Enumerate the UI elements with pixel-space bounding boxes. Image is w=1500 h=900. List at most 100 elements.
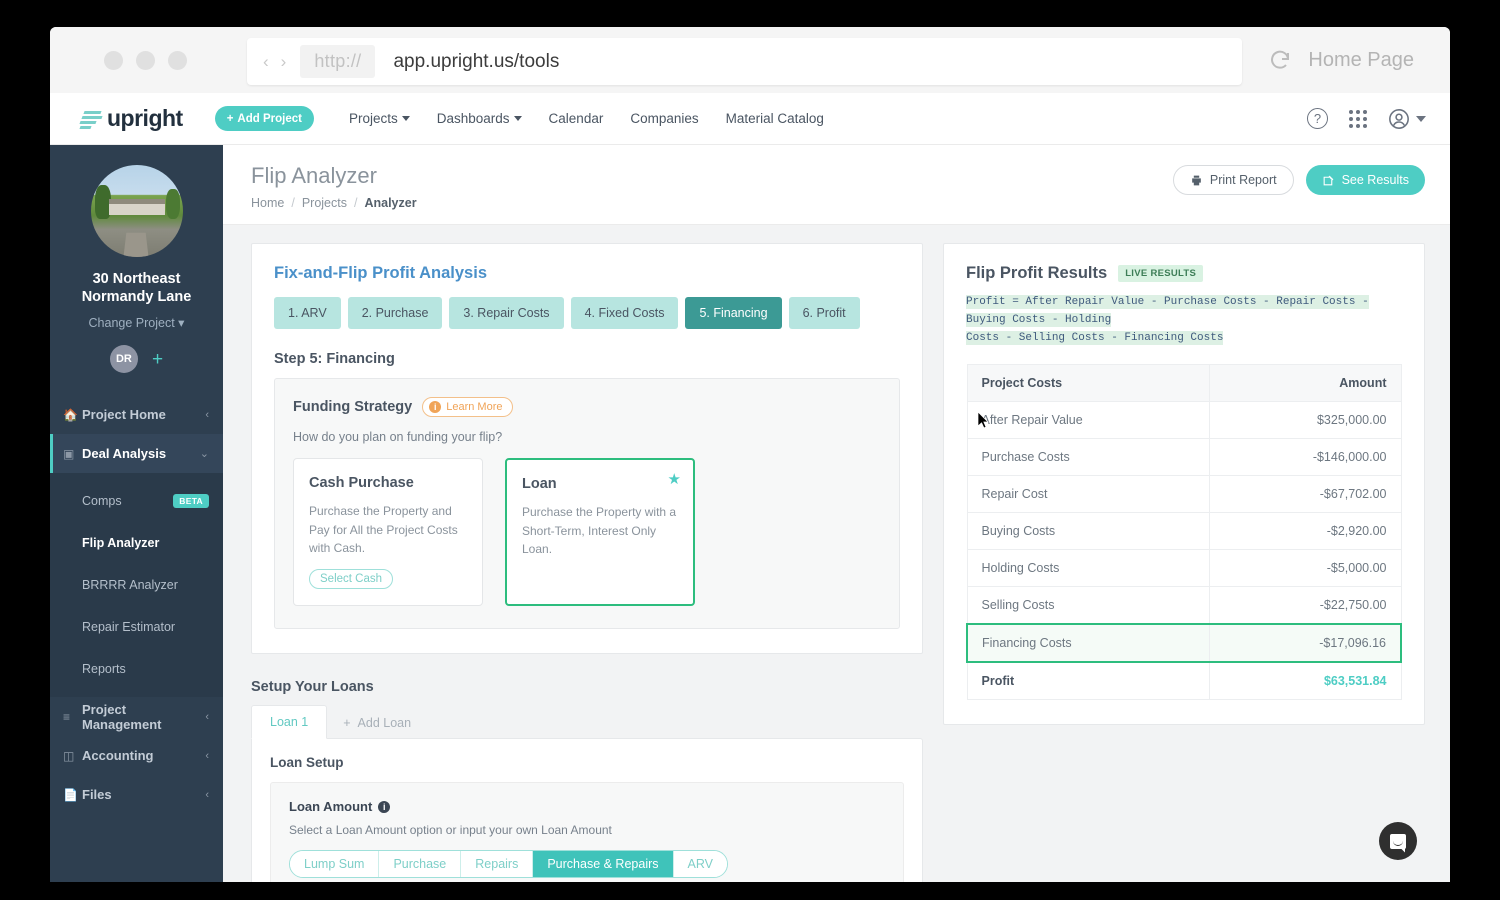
main-area: Flip Analyzer Home / Projects / Analyzer…: [223, 145, 1450, 882]
home-icon: 🏠: [63, 407, 78, 422]
grid-apps-icon[interactable]: [1349, 109, 1367, 128]
avatar[interactable]: DR: [109, 345, 138, 374]
step-tab-purchase[interactable]: 2. Purchase: [347, 297, 443, 329]
sidebar-item-label: Files: [82, 787, 112, 803]
page-actions: Print Report See Results: [1172, 165, 1425, 195]
sidebar-item-accounting[interactable]: ◫ Accounting ‹: [50, 736, 223, 775]
protocol-chip: http://: [300, 45, 376, 78]
account-menu[interactable]: [1388, 108, 1426, 130]
reload-icon[interactable]: [1268, 48, 1292, 72]
row-amount: -$2,920.00: [1209, 512, 1402, 551]
loan-tabs: Loan 1 + Add Loan: [251, 705, 923, 739]
brand-logo[interactable]: upright: [79, 105, 183, 132]
sidebar-item-reports[interactable]: Reports: [50, 655, 223, 683]
see-results-button[interactable]: See Results: [1305, 165, 1425, 195]
sidebar-sub-label: Flip Analyzer: [82, 536, 160, 551]
loan-amount-label: Loan Amount i: [289, 799, 885, 814]
select-cash-button[interactable]: Select Cash: [309, 569, 394, 589]
sidebar-item-files[interactable]: 📄 Files ‹: [50, 775, 223, 814]
address-bar[interactable]: ‹ › http:// app.upright.us/tools: [247, 38, 1242, 85]
nav-item-calendar[interactable]: Calendar: [549, 111, 604, 126]
navbar-actions: ?: [1307, 108, 1426, 130]
sidebar-item-project-home[interactable]: 🏠 Project Home ‹: [50, 395, 223, 434]
sidebar-item-deal-analysis[interactable]: ▣ Deal Analysis ⌄: [50, 434, 223, 474]
sidebar-nav: 🏠 Project Home ‹ ▣ Deal Analysis ⌄ Comps…: [50, 395, 223, 814]
sidebar-item-comps[interactable]: Comps BETA: [50, 487, 223, 515]
col-project-costs: Project Costs: [966, 364, 1211, 403]
nav-item-dashboards[interactable]: Dashboards: [437, 111, 522, 126]
row-amount: $63,531.84: [1209, 661, 1402, 701]
user-row: DR +: [50, 345, 223, 374]
profit-formula: Profit = After Repair Value - Purchase C…: [966, 293, 1402, 347]
chat-bubble-icon[interactable]: [1379, 822, 1417, 860]
nav-item-material-catalog[interactable]: Material Catalog: [726, 111, 824, 126]
add-project-button[interactable]: + Add Project: [214, 106, 314, 131]
learn-more-button[interactable]: i Learn More: [422, 397, 513, 417]
tab-title[interactable]: Home Page: [1308, 49, 1414, 72]
segment-arv[interactable]: ARV: [673, 851, 727, 877]
row-label: Financing Costs: [966, 623, 1211, 664]
option-description: Purchase the Property with a Short-Term,…: [522, 505, 677, 557]
sidebar-item-label: Deal Analysis: [82, 446, 167, 462]
list-icon: ≡: [63, 709, 71, 724]
option-description: Purchase the Property and Pay for All th…: [309, 504, 458, 556]
sidebar-item-brrrr-analyzer[interactable]: BRRRR Analyzer: [50, 571, 223, 599]
change-project-link[interactable]: Change Project ▾: [50, 315, 223, 330]
chevron-left-icon: ‹: [205, 710, 209, 723]
back-icon[interactable]: ‹: [263, 52, 269, 72]
sidebar: 30 Northeast Normandy Lane Change Projec…: [50, 145, 223, 882]
breadcrumb-projects[interactable]: Projects: [302, 196, 347, 210]
segment-lump-sum[interactable]: Lump Sum: [290, 851, 380, 877]
project-name: 30 Northeast Normandy Lane: [81, 271, 192, 306]
funding-option-cash-purchase[interactable]: Cash Purchase Purchase the Property and …: [293, 458, 483, 606]
segment-purchase[interactable]: Purchase: [379, 851, 462, 877]
breadcrumb-sep: /: [291, 196, 295, 210]
step-tab-repair-costs[interactable]: 3. Repair Costs: [449, 297, 564, 329]
loan-amount-help: Select a Loan Amount option or input you…: [289, 823, 612, 837]
nav-item-companies[interactable]: Companies: [630, 111, 698, 126]
forward-icon[interactable]: ›: [281, 52, 287, 72]
content-area: Fix-and-Flip Profit Analysis 1. ARV 2. P…: [223, 225, 1450, 882]
step-tab-financing[interactable]: 5. Financing: [685, 297, 782, 329]
nav-label: Dashboards: [436, 111, 510, 126]
maximize-dot[interactable]: [168, 50, 187, 70]
sidebar-sublist: Comps BETA Flip Analyzer BRRRR Analyzer …: [50, 473, 223, 698]
row-amount: -$146,000.00: [1209, 438, 1402, 477]
table-row: Buying Costs -$2,920.00: [966, 512, 1402, 551]
breadcrumb-home[interactable]: Home: [251, 196, 284, 210]
sidebar-item-flip-analyzer[interactable]: Flip Analyzer: [50, 529, 223, 557]
row-label: Repair Cost: [966, 475, 1211, 514]
brand-name: upright: [107, 105, 183, 131]
question-circle-icon[interactable]: ?: [1307, 108, 1328, 129]
funding-question: How do you plan on funding your flip?: [293, 430, 503, 444]
sidebar-item-repair-estimator[interactable]: Repair Estimator: [50, 613, 223, 641]
add-user-icon[interactable]: +: [152, 350, 163, 369]
breadcrumb-current: Analyzer: [364, 196, 417, 210]
nav-item-projects[interactable]: Projects: [349, 111, 410, 126]
row-amount: -$17,096.16: [1209, 623, 1403, 664]
calculator-icon: ▣: [63, 446, 75, 461]
chevron-left-icon: ‹: [205, 408, 209, 421]
print-report-button[interactable]: Print Report: [1172, 165, 1294, 195]
loan-tab-1[interactable]: Loan 1: [251, 705, 328, 739]
plus-icon: +: [343, 716, 351, 730]
step-tab-profit[interactable]: 6. Profit: [788, 297, 860, 329]
option-title: Loan: [522, 476, 557, 492]
minimize-dot[interactable]: [136, 50, 155, 70]
funding-options: Cash Purchase Purchase the Property and …: [293, 458, 881, 606]
step-tab-fixed-costs[interactable]: 4. Fixed Costs: [570, 297, 679, 329]
sidebar-item-label: Accounting: [82, 748, 154, 764]
learn-more-label: Learn More: [446, 401, 503, 413]
add-loan-button[interactable]: + Add Loan: [327, 707, 427, 739]
step-tab-arv[interactable]: 1. ARV: [274, 297, 341, 329]
info-icon: i: [429, 401, 442, 413]
sidebar-item-project-management[interactable]: ≡ Project Management ‹: [50, 697, 223, 736]
segment-repairs[interactable]: Repairs: [461, 851, 534, 877]
close-dot[interactable]: [104, 50, 123, 70]
funding-option-loan[interactable]: ★ Loan Purchase the Property with a Shor…: [505, 458, 695, 606]
row-label: Holding Costs: [966, 549, 1211, 588]
info-icon[interactable]: i: [378, 800, 391, 813]
segment-purchase-and-repairs[interactable]: Purchase & Repairs: [533, 851, 674, 877]
row-label: Buying Costs: [966, 512, 1211, 551]
url-text[interactable]: app.upright.us/tools: [393, 51, 559, 73]
